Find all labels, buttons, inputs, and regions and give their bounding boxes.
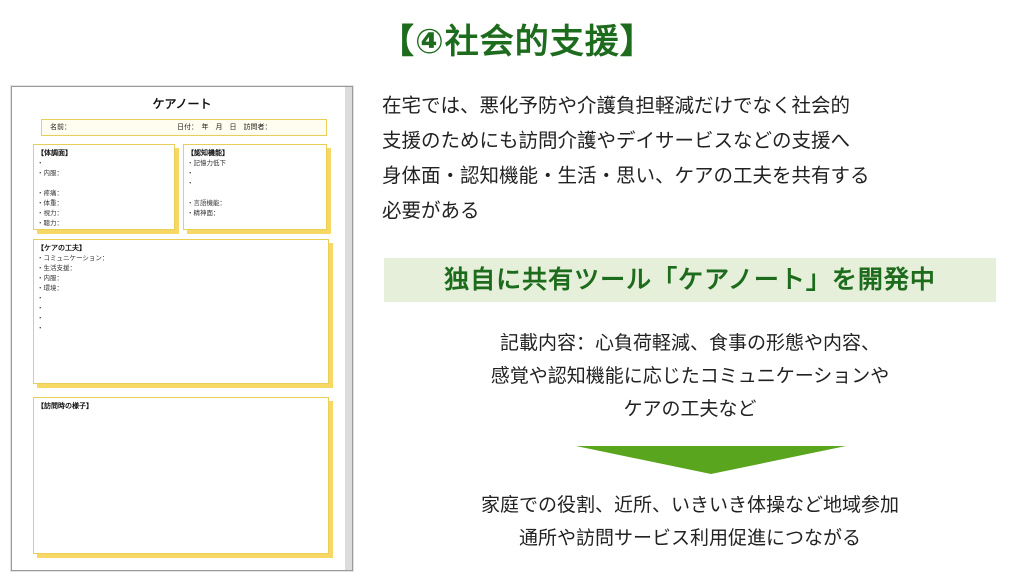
box-line: ・言語機能：	[187, 199, 226, 207]
date-visitor-label: 日付： 年 月 日 訪問者：	[177, 123, 272, 131]
box-line: ・聴力：	[37, 219, 63, 227]
box-line: ・内服：	[37, 274, 63, 282]
cognitive-function-title: 【認知機能】	[187, 149, 229, 157]
box-line: ・体重：	[37, 199, 63, 207]
contents-line: ケアの工夫など	[623, 398, 757, 420]
box-line: ・	[37, 294, 44, 302]
box-line: ・	[187, 169, 194, 177]
body-condition-title: 【体調面】	[37, 149, 72, 157]
info-bar: 名前： 日付： 年 月 日 訪問者：	[41, 119, 327, 136]
box-line: ・	[37, 159, 44, 167]
down-arrow-icon	[576, 446, 846, 474]
paragraph-line: 身体面・認知機能・生活・思い、ケアの工夫を共有する	[382, 164, 870, 187]
box-line: ・環境：	[37, 284, 63, 292]
box-line: ・精神面：	[187, 209, 220, 217]
result-text: 家庭での役割、近所、いきいき体操など地域参加 通所や訪問サービス利用促進につなが…	[384, 489, 996, 555]
contents-line: 記載内容：心負荷軽減、食事の形態や内容、	[499, 332, 880, 354]
box-line: ・	[37, 314, 44, 322]
visit-state-title: 【訪問時の様子】	[37, 402, 93, 410]
body-condition-lines: ・ ・内服： ・疼痛： ・体重： ・視力： ・聴力：	[37, 158, 63, 228]
box-line: ・記憶力低下	[187, 159, 226, 167]
box-line	[187, 188, 226, 198]
slide-title: 【④社会的支援】	[380, 22, 655, 62]
box-line: ・内服：	[37, 169, 63, 177]
paragraph-line: 在宅では、悪化予防や介護負担軽減だけでなく社会的	[382, 94, 851, 117]
paragraph-line: 支援のためにも訪問介護やデイサービスなどの支援へ	[382, 129, 851, 152]
box-line: ・	[37, 324, 44, 332]
care-note-sheet: ケアノート 名前： 日付： 年 月 日 訪問者： 【体調面】 ・ ・内服： ・疼…	[11, 86, 353, 571]
care-note-title: ケアノート	[152, 97, 212, 111]
box-line: ・視力：	[37, 209, 63, 217]
sheet-edge	[345, 87, 352, 570]
care-ideas-lines: ・コミュニケーション： ・生活支援： ・内服： ・環境： ・ ・ ・ ・	[37, 253, 108, 333]
box-line	[37, 178, 63, 188]
paragraph-line: 必要がある	[382, 199, 480, 222]
result-line: 家庭での役割、近所、いきいき体操など地域参加	[480, 494, 899, 516]
cognitive-function-lines: ・記憶力低下 ・ ・ ・言語機能： ・精神面：	[187, 158, 226, 218]
box-line: ・疼痛：	[37, 189, 63, 197]
box-line: ・コミュニケーション：	[37, 254, 109, 262]
box-line: ・	[187, 179, 194, 187]
care-ideas-box: 【ケアの工夫】 ・コミュニケーション： ・生活支援： ・内服： ・環境： ・ ・…	[33, 239, 329, 384]
result-line: 通所や訪問サービス利用促進につながる	[518, 527, 861, 549]
highlight-banner: 独自に共有ツール「ケアノート」を開発中	[384, 258, 996, 302]
contents-text: 記載内容：心負荷軽減、食事の形態や内容、 感覚や認知機能に応じたコミュニケーショ…	[384, 327, 996, 426]
visit-state-box: 【訪問時の様子】	[33, 397, 329, 554]
contents-line: 感覚や認知機能に応じたコミュニケーションや	[490, 365, 890, 387]
cognitive-function-box: 【認知機能】 ・記憶力低下 ・ ・ ・言語機能： ・精神面：	[183, 144, 327, 230]
name-label: 名前：	[50, 123, 71, 131]
intro-paragraph: 在宅では、悪化予防や介護負担軽減だけでなく社会的 支援のためにも訪問介護やデイサ…	[382, 88, 1002, 228]
box-line: ・生活支援：	[37, 264, 76, 272]
box-line: ・	[37, 304, 44, 312]
body-condition-box: 【体調面】 ・ ・内服： ・疼痛： ・体重： ・視力： ・聴力：	[33, 144, 175, 230]
care-ideas-title: 【ケアの工夫】	[37, 244, 86, 252]
